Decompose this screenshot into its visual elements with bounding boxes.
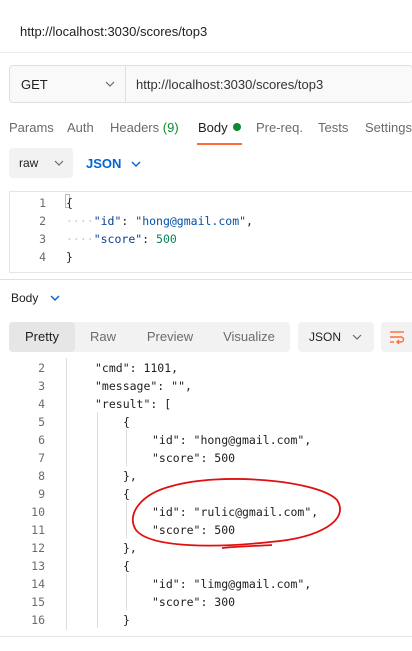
line-number: 15 (31, 595, 45, 609)
line-number: 4 (38, 397, 45, 411)
code-line: "cmd": 1101, (95, 361, 179, 375)
code-line: } (66, 250, 73, 264)
code-line: }, (123, 469, 137, 483)
line-number: 5 (38, 415, 45, 429)
tab-body-label: Body (198, 120, 228, 135)
line-number: 3 (38, 379, 45, 393)
request-tabs: Params Auth Headers (9) Body Pre-req. Te… (9, 120, 412, 144)
json-key: "id" (93, 214, 122, 228)
line-number: 6 (38, 433, 45, 447)
code-line: ····"id": "hong@gmail.com", (66, 214, 253, 228)
indent-guide (97, 412, 98, 628)
json-string: "hong@gmail.com" (135, 214, 247, 228)
line-number: 10 (31, 505, 45, 519)
language-select[interactable]: JSON (86, 156, 141, 171)
line-number: 1 (39, 196, 46, 210)
request-body-editor[interactable]: 1 { 2 ····"id": "hong@gmail.com", 3 ····… (9, 191, 412, 273)
editor-divider (0, 279, 412, 280)
method-select[interactable]: GET (10, 66, 126, 102)
body-active-dot (232, 123, 241, 131)
line-number: 11 (31, 523, 45, 537)
tab-auth[interactable]: Auth (67, 120, 94, 135)
json-key: "score" (93, 232, 143, 246)
code-line: { (123, 487, 130, 501)
line-number: 7 (38, 451, 45, 465)
chevron-down-icon (54, 160, 64, 166)
request-title: http://localhost:3030/scores/top3 (20, 24, 208, 39)
code-line: { (123, 559, 130, 573)
code-line: "id": "hong@gmail.com", (152, 433, 312, 447)
line-number: 9 (38, 487, 45, 501)
body-type-select[interactable]: raw (9, 148, 73, 178)
code-line: { (123, 415, 130, 429)
tab-headers-count: (9) (162, 120, 179, 135)
code-line: "message": "", (95, 379, 192, 393)
chevron-down-icon (105, 81, 115, 87)
view-tab-raw[interactable]: Raw (79, 322, 127, 352)
response-format-select[interactable]: JSON (298, 322, 374, 352)
json-number: 500 (156, 232, 177, 246)
code-line: ····"score": 500 (66, 232, 177, 246)
view-tab-preview[interactable]: Preview (137, 322, 203, 352)
line-number: 4 (39, 250, 46, 264)
body-type-label: raw (19, 156, 39, 170)
code-line: "id": "limg@gmail.com", (152, 577, 312, 591)
url-input[interactable]: http://localhost:3030/scores/top3 (126, 77, 323, 92)
view-tab-visualize[interactable]: Visualize (213, 322, 285, 352)
line-number: 2 (38, 361, 45, 375)
title-divider (0, 52, 412, 53)
tab-params[interactable]: Params (9, 120, 54, 135)
line-number: 8 (38, 469, 45, 483)
code-line: "score": 500 (152, 523, 236, 537)
response-body-viewer[interactable]: 2 "cmd": 1101, 3 "message": "", 4 "resul… (0, 358, 412, 636)
active-tab-underline (197, 143, 242, 145)
tab-headers[interactable]: Headers (9) (110, 120, 179, 135)
code-line: }, (123, 541, 137, 555)
code-line: "id": "rulic@gmail.com", (152, 505, 319, 519)
line-number: 14 (31, 577, 45, 591)
code-line: "result": [ (95, 397, 172, 411)
indent-guide (126, 574, 127, 610)
wrap-lines-icon (389, 331, 404, 344)
indent-guide (126, 502, 127, 538)
wrap-lines-button[interactable] (381, 322, 412, 352)
indent-guide (126, 430, 127, 466)
tab-prerequest[interactable]: Pre-req. (256, 120, 303, 135)
chevron-down-icon (131, 161, 141, 167)
line-number: 16 (31, 613, 45, 627)
response-view-tabs: Pretty Raw Preview Visualize (9, 322, 290, 352)
line-number: 12 (31, 541, 45, 555)
code-line: "score": 500 (152, 451, 236, 465)
tab-headers-label: Headers (110, 120, 160, 135)
bottom-border (0, 636, 412, 637)
line-number: 13 (31, 559, 45, 573)
code-line: { (66, 196, 73, 210)
view-tab-pretty[interactable]: Pretty (9, 322, 75, 352)
tab-body[interactable]: Body (198, 120, 241, 135)
tab-settings[interactable]: Settings (365, 120, 412, 135)
code-line: "score": 300 (152, 595, 236, 609)
line-number: 3 (39, 232, 46, 246)
response-body-toggle[interactable]: Body (11, 291, 60, 305)
tab-tests[interactable]: Tests (318, 120, 348, 135)
indent-guide (66, 358, 67, 630)
chevron-down-icon (50, 295, 60, 301)
response-format-label: JSON (309, 330, 342, 344)
chevron-down-icon (352, 334, 362, 340)
method-label: GET (21, 76, 48, 92)
response-body-label: Body (11, 291, 39, 305)
url-bar: GET http://localhost:3030/scores/top3 (9, 65, 412, 103)
code-line: } (123, 613, 130, 627)
line-number: 2 (39, 214, 46, 228)
language-label: JSON (86, 156, 122, 171)
